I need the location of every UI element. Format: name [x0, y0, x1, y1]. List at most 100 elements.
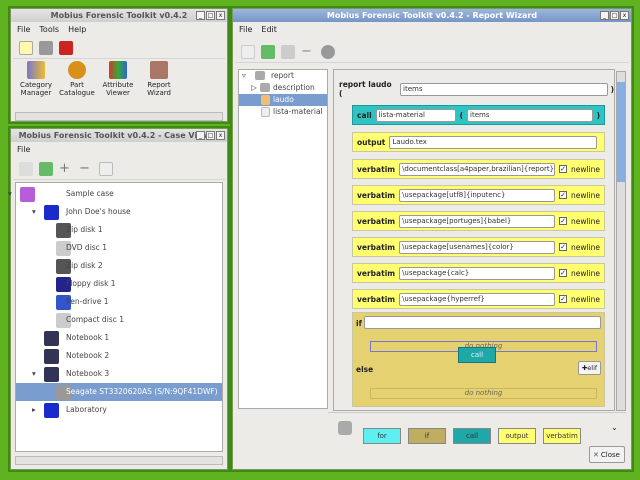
- add-icon[interactable]: +: [59, 161, 73, 176]
- expander-icon[interactable]: ▾: [8, 185, 12, 203]
- close-button[interactable]: x: [216, 131, 225, 140]
- tree-item[interactable]: Notebook 2: [16, 347, 222, 365]
- if-condition-input[interactable]: [364, 316, 601, 329]
- status-bar: [15, 456, 223, 465]
- expander-icon[interactable]: ▸: [32, 401, 36, 419]
- verbatim-input[interactable]: \usepackage[portuges]{babel}: [399, 214, 556, 228]
- tree-item[interactable]: Compact disc 1: [16, 311, 222, 329]
- menu-file[interactable]: File: [17, 143, 30, 156]
- tree-item[interactable]: Laboratory ▸: [16, 401, 222, 419]
- tree-item-description[interactable]: ▷ description: [239, 82, 327, 94]
- newline-checkbox[interactable]: ✓: [559, 217, 567, 225]
- generate-icon[interactable]: [321, 44, 335, 59]
- tree-item-lista-material[interactable]: lista-material: [239, 106, 327, 118]
- folder-icon: [255, 71, 265, 80]
- dragged-call-block[interactable]: call: [458, 347, 496, 363]
- menu-help[interactable]: Help: [68, 23, 86, 36]
- tree-item[interactable]: Floppy disk 1: [16, 275, 222, 293]
- remove-icon[interactable]: −: [301, 44, 315, 59]
- open-case-icon[interactable]: [39, 40, 53, 55]
- palette-output-block[interactable]: output: [498, 428, 536, 444]
- verbatim-input[interactable]: \documentclass[a4paper,brazilian]{report…: [399, 162, 556, 176]
- verbatim-input[interactable]: \usepackage[usenames]{color}: [399, 240, 556, 254]
- launcher-part-catalogue[interactable]: Part Catalogue: [57, 61, 97, 97]
- output-input[interactable]: Laudo.tex: [389, 135, 598, 149]
- menu-file[interactable]: File: [239, 23, 252, 36]
- verbatim-input[interactable]: \usepackage{calc}: [399, 266, 556, 280]
- newline-checkbox[interactable]: ✓: [559, 243, 567, 251]
- exit-icon[interactable]: [59, 40, 73, 55]
- tree-item[interactable]: DVD disc 1: [16, 239, 222, 257]
- verbatim-block[interactable]: verbatim \documentclass[a4paper,brazilian…: [352, 159, 605, 179]
- editor-scrollbar[interactable]: [616, 71, 626, 411]
- tree-item[interactable]: Zip disk 2: [16, 257, 222, 275]
- call-block[interactable]: call lista-material ( items ): [352, 105, 605, 125]
- close-button[interactable]: ✕ Close: [589, 446, 625, 463]
- palette-verbatim-block[interactable]: verbatim: [543, 428, 581, 444]
- maximize-button[interactable]: □: [206, 11, 215, 20]
- maximize-button[interactable]: □: [610, 11, 619, 20]
- expander-icon[interactable]: ▾: [32, 203, 36, 221]
- case-viewer-window: Mobius Forensic Toolkit v0.4.2 - Case Vi…: [8, 128, 228, 470]
- palette-for-block[interactable]: for: [363, 428, 401, 444]
- if-block[interactable]: if do nothing call else ✚elif do nothing: [352, 312, 605, 407]
- tree-item[interactable]: Notebook 1: [16, 329, 222, 347]
- verbatim-block[interactable]: verbatim \usepackage[utf8]{inputenc} ✓ newl…: [352, 185, 605, 205]
- close-button[interactable]: x: [216, 11, 225, 20]
- save-icon[interactable]: [261, 44, 275, 59]
- properties-icon[interactable]: [99, 161, 113, 176]
- menu-tools[interactable]: Tools: [39, 23, 59, 36]
- expander-icon[interactable]: ▾: [32, 365, 36, 383]
- tree-item[interactable]: Sample case ▾: [8, 185, 222, 203]
- category-manager-icon: [27, 61, 45, 79]
- launcher-category-manager[interactable]: Category Manager: [15, 61, 57, 97]
- launcher-attribute-viewer[interactable]: Attribute Viewer: [97, 61, 139, 97]
- close-button[interactable]: x: [620, 11, 629, 20]
- verbatim-block[interactable]: verbatim \usepackage{calc} ✓ newline: [352, 263, 605, 283]
- export-icon[interactable]: [39, 161, 53, 176]
- minimize-button[interactable]: _: [600, 11, 609, 20]
- folder-icon[interactable]: [281, 44, 295, 59]
- verbatim-block[interactable]: verbatim \usepackage[portuges]{babel} ✓ new…: [352, 211, 605, 231]
- folder-icon: [260, 83, 270, 92]
- output-block[interactable]: output Laudo.tex: [352, 132, 605, 152]
- save-icon[interactable]: [19, 161, 33, 176]
- tree-item[interactable]: Seagate ST3320620AS (S/N:9QF41DWF): [16, 383, 222, 401]
- call-args-input[interactable]: items: [467, 108, 593, 122]
- remove-icon[interactable]: −: [79, 161, 93, 176]
- new-case-icon[interactable]: [19, 40, 33, 55]
- else-body-drop-target[interactable]: do nothing: [370, 388, 597, 399]
- newline-checkbox[interactable]: ✓: [559, 269, 567, 277]
- minimize-button[interactable]: _: [196, 11, 205, 20]
- maximize-button[interactable]: □: [206, 131, 215, 140]
- minimize-button[interactable]: _: [196, 131, 205, 140]
- verbatim-input[interactable]: \usepackage[utf8]{inputenc}: [399, 188, 556, 202]
- trash-icon[interactable]: [338, 421, 352, 435]
- verbatim-input[interactable]: \usepackage{hyperref}: [399, 292, 556, 306]
- add-elif-button[interactable]: ✚elif: [578, 361, 601, 375]
- tree-item[interactable]: Notebook 3 ▾: [16, 365, 222, 383]
- call-name-input[interactable]: lista-material: [375, 108, 456, 122]
- case-tree[interactable]: Sample case ▾ John Doe's house ▾ Zip disk 1D…: [8, 182, 223, 452]
- newline-checkbox[interactable]: ✓: [559, 165, 567, 173]
- new-icon[interactable]: [241, 44, 255, 59]
- verbatim-block[interactable]: verbatim \usepackage{hyperref} ✓ newline: [352, 289, 605, 309]
- palette-if-block[interactable]: if: [408, 428, 446, 444]
- newline-checkbox[interactable]: ✓: [559, 191, 567, 199]
- menu-file[interactable]: File: [17, 23, 30, 36]
- tree-item[interactable]: Zip disk 1: [16, 221, 222, 239]
- launcher-report-wizard[interactable]: Report Wizard: [139, 61, 179, 97]
- case-viewer-title: Mobius Forensic Toolkit v0.4.2 - Case Vi…: [11, 129, 227, 142]
- report-args-input[interactable]: items: [400, 82, 608, 96]
- report-tree[interactable]: ▿ report ▷ description laudo lista-materia…: [238, 69, 328, 409]
- palette-call-block[interactable]: call: [453, 428, 491, 444]
- tree-item[interactable]: Pen-drive 1: [16, 293, 222, 311]
- tree-item[interactable]: John Doe's house ▾: [16, 203, 222, 221]
- palette-more-icon[interactable]: ⌄: [611, 423, 618, 432]
- menu-edit[interactable]: Edit: [261, 23, 277, 36]
- tree-item-report[interactable]: ▿ report: [239, 70, 327, 82]
- verbatim-block[interactable]: verbatim \usepackage[usenames]{color} ✓ new…: [352, 237, 605, 257]
- tree-item-laudo[interactable]: laudo: [239, 94, 327, 106]
- newline-checkbox[interactable]: ✓: [559, 295, 567, 303]
- scrollbar-thumb[interactable]: [617, 82, 625, 182]
